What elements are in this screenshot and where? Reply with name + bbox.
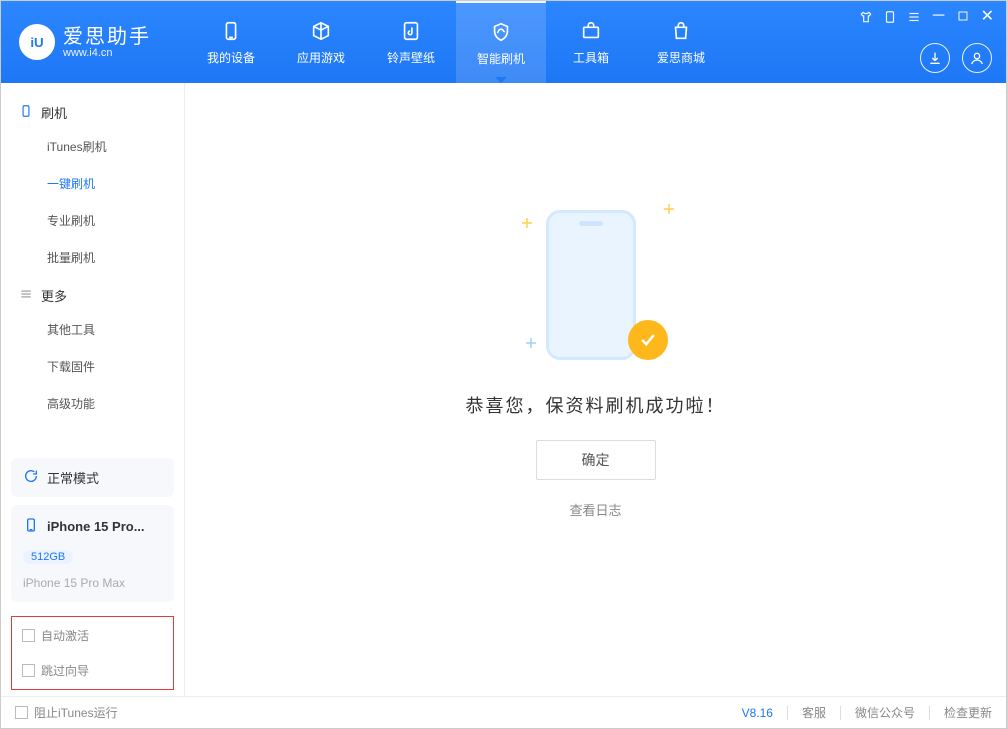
nav-label: 工具箱 <box>573 49 609 66</box>
success-illustration <box>516 200 676 370</box>
device-sub: iPhone 15 Pro Max <box>23 576 125 590</box>
version-label: V8.16 <box>742 706 773 720</box>
cube-icon <box>309 19 333 43</box>
toolbox-icon <box>579 19 603 43</box>
sidebar-group-title: 更多 <box>41 286 67 305</box>
nav-label: 智能刷机 <box>477 50 525 67</box>
maximize-icon[interactable] <box>957 10 971 24</box>
checkbox-icon <box>22 664 35 677</box>
sparkle-icon <box>526 338 536 348</box>
checkbox-label: 跳过向导 <box>41 662 89 679</box>
phone-outline-icon <box>19 104 33 121</box>
checkbox-label: 自动激活 <box>41 627 89 644</box>
storage-badge: 512GB <box>23 550 73 564</box>
checkbox-block-itunes[interactable]: 阻止iTunes运行 <box>15 704 118 721</box>
window-controls: － ✕ <box>859 9 994 25</box>
sidebar-item-advanced[interactable]: 高级功能 <box>1 385 184 422</box>
feedback-icon[interactable] <box>883 10 897 24</box>
sidebar-item-download-firmware[interactable]: 下载固件 <box>1 348 184 385</box>
success-message: 恭喜您，保资料刷机成功啦！ <box>466 392 726 418</box>
main-content: 恭喜您，保资料刷机成功啦！ 确定 查看日志 <box>185 83 1006 696</box>
nav-label: 爱思商城 <box>657 49 705 66</box>
sidebar-item-itunes-flash[interactable]: iTunes刷机 <box>1 128 184 165</box>
nav-my-device[interactable]: 我的设备 <box>186 1 276 83</box>
skin-icon[interactable] <box>859 10 873 24</box>
phone-illustration-icon <box>546 210 636 360</box>
app-url: www.i4.cn <box>63 48 151 59</box>
nav-label: 我的设备 <box>207 49 255 66</box>
sidebar-item-other-tools[interactable]: 其他工具 <box>1 311 184 348</box>
sidebar: 刷机 iTunes刷机 一键刷机 专业刷机 批量刷机 更多 其他工具 下载固件 … <box>1 83 185 696</box>
device-card[interactable]: iPhone 15 Pro... 512GB iPhone 15 Pro Max <box>11 505 174 602</box>
sidebar-item-batch-flash[interactable]: 批量刷机 <box>1 239 184 276</box>
top-nav: 我的设备 应用游戏 铃声壁纸 智能刷机 工具箱 爱思商城 <box>186 1 726 83</box>
header: iU 爱思助手 www.i4.cn 我的设备 应用游戏 铃声壁纸 智能 <box>1 1 1006 83</box>
separator <box>840 706 841 720</box>
separator <box>929 706 930 720</box>
nav-store[interactable]: 爱思商城 <box>636 1 726 83</box>
refresh-icon <box>23 468 39 487</box>
device-title: iPhone 15 Pro... <box>47 519 145 534</box>
sparkle-icon <box>664 204 674 214</box>
check-update-link[interactable]: 检查更新 <box>944 704 992 721</box>
shield-refresh-icon <box>489 20 513 44</box>
svg-text:iU: iU <box>30 35 43 50</box>
header-actions <box>920 43 992 73</box>
nav-apps-games[interactable]: 应用游戏 <box>276 1 366 83</box>
support-link[interactable]: 客服 <box>802 704 826 721</box>
device-icon <box>219 19 243 43</box>
sidebar-group-flash: 刷机 <box>1 93 184 128</box>
minimize-icon[interactable]: － <box>931 9 947 25</box>
download-button[interactable] <box>920 43 950 73</box>
mode-label: 正常模式 <box>47 468 99 487</box>
app-name: 爱思助手 <box>63 26 151 48</box>
sidebar-item-pro-flash[interactable]: 专业刷机 <box>1 202 184 239</box>
nav-label: 应用游戏 <box>297 49 345 66</box>
sidebar-group-title: 刷机 <box>41 103 67 122</box>
nav-label: 铃声壁纸 <box>387 49 435 66</box>
checkbox-skip-guide[interactable]: 跳过向导 <box>22 662 89 679</box>
nav-toolbox[interactable]: 工具箱 <box>546 1 636 83</box>
checkbox-label: 阻止iTunes运行 <box>34 704 118 721</box>
view-log-link[interactable]: 查看日志 <box>569 500 621 519</box>
footer: 阻止iTunes运行 V8.16 客服 微信公众号 检查更新 <box>1 696 1006 728</box>
checkbox-auto-activate[interactable]: 自动激活 <box>22 627 89 644</box>
account-button[interactable] <box>962 43 992 73</box>
close-icon[interactable]: ✕ <box>981 9 994 25</box>
separator <box>787 706 788 720</box>
logo-block: iU 爱思助手 www.i4.cn <box>1 1 186 83</box>
app-window: iU 爱思助手 www.i4.cn 我的设备 应用游戏 铃声壁纸 智能 <box>0 0 1007 729</box>
wechat-link[interactable]: 微信公众号 <box>855 704 915 721</box>
sidebar-item-oneclick-flash[interactable]: 一键刷机 <box>1 165 184 202</box>
menu-icon[interactable] <box>907 10 921 24</box>
music-note-icon <box>399 19 423 43</box>
device-icon <box>23 517 39 536</box>
body: 刷机 iTunes刷机 一键刷机 专业刷机 批量刷机 更多 其他工具 下载固件 … <box>1 83 1006 696</box>
ok-button[interactable]: 确定 <box>536 440 656 480</box>
checkbox-icon <box>22 629 35 642</box>
nav-smart-flash[interactable]: 智能刷机 <box>456 1 546 83</box>
more-icon <box>19 287 33 304</box>
checkmark-badge-icon <box>628 320 668 360</box>
device-mode-chip[interactable]: 正常模式 <box>11 458 174 497</box>
sparkle-icon <box>522 218 532 228</box>
nav-ringtones-wallpapers[interactable]: 铃声壁纸 <box>366 1 456 83</box>
sidebar-group-more: 更多 <box>1 276 184 311</box>
checkbox-icon <box>15 706 28 719</box>
shopping-bag-icon <box>669 19 693 43</box>
logo-icon: iU <box>19 24 55 60</box>
logo-text: 爱思助手 www.i4.cn <box>63 26 151 59</box>
highlighted-options: 自动激活 跳过向导 <box>11 616 174 690</box>
